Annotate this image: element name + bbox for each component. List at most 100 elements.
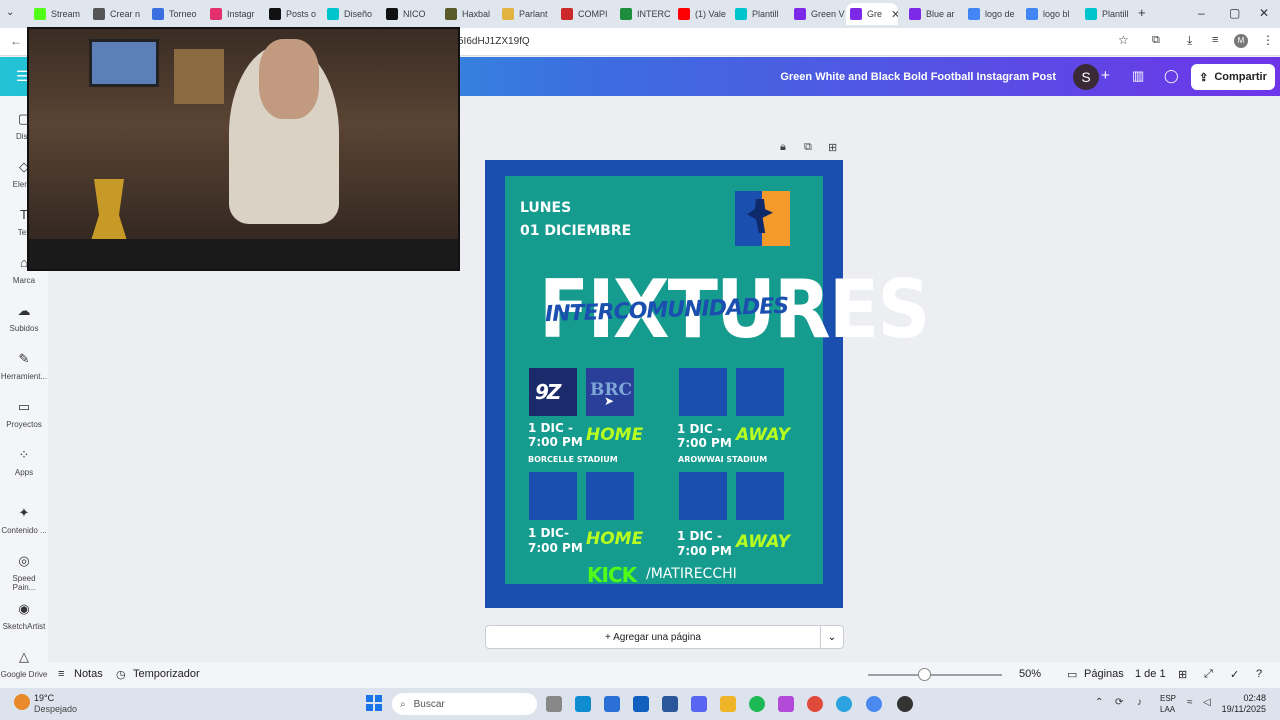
notes-icon[interactable]: ≡ xyxy=(58,668,64,680)
sidebar-item[interactable]: ◉ SketchArtist xyxy=(0,602,48,632)
team-logo-slot[interactable]: BRC xyxy=(586,368,634,416)
browser-tab[interactable]: Blue ar xyxy=(905,3,961,25)
chrome-icon[interactable] xyxy=(807,696,823,712)
match-time[interactable]: 7:00 PM xyxy=(528,435,583,449)
maximize-icon[interactable]: ▢ xyxy=(1229,6,1240,20)
comment-icon[interactable]: ◯ xyxy=(1164,68,1179,84)
browser-tab[interactable]: (1) Vale xyxy=(674,3,730,25)
match-tag[interactable]: AWAY xyxy=(736,425,790,445)
word-icon[interactable] xyxy=(662,696,678,712)
taskbar-search[interactable]: ⌕ Buscar xyxy=(392,693,537,715)
chrome-profile-icon[interactable] xyxy=(866,696,882,712)
language-bottom[interactable]: LAA xyxy=(1160,705,1175,714)
design-day[interactable]: LUNES xyxy=(520,200,571,216)
match-tag[interactable]: AWAY xyxy=(736,532,790,552)
browser-tab[interactable]: NICO xyxy=(382,3,438,25)
windows-start-icon[interactable] xyxy=(366,695,382,711)
bookmark-star-icon[interactable]: ☆ xyxy=(1118,33,1129,47)
edge-icon[interactable] xyxy=(575,696,591,712)
footer-handle[interactable]: /MATIRECCHI xyxy=(646,566,737,582)
match-date[interactable]: 1 DIC - xyxy=(677,422,722,436)
telegram-icon[interactable] xyxy=(836,696,852,712)
weather-temp[interactable]: 19°C xyxy=(34,693,54,703)
sidebar-item[interactable]: ▭ Proyectos xyxy=(0,400,48,430)
url-text[interactable]: 5I6dHJ1ZX19fQ xyxy=(458,36,530,47)
browser-tab[interactable]: Haxbal xyxy=(441,3,497,25)
match-tag[interactable]: HOME xyxy=(586,529,643,549)
match-date[interactable]: 1 DIC- xyxy=(528,526,569,540)
zoom-slider-handle[interactable] xyxy=(918,668,931,681)
timer-button[interactable]: Temporizador xyxy=(133,668,200,680)
wifi-icon[interactable]: ≈ xyxy=(1187,697,1193,708)
browser-tab[interactable]: logo bl xyxy=(1022,3,1078,25)
document-title[interactable]: Green White and Black Bold Football Inst… xyxy=(700,71,1056,83)
match-date[interactable]: 1 DIC - xyxy=(528,421,573,435)
discord-icon[interactable] xyxy=(691,696,707,712)
browser-tab[interactable]: Crear n xyxy=(89,3,145,25)
team-logo-slot[interactable] xyxy=(679,472,727,520)
timer-icon[interactable]: ◷ xyxy=(116,668,126,681)
duplicate-page-icon[interactable]: ⧉ xyxy=(804,141,812,154)
match-date[interactable]: 1 DIC - xyxy=(677,529,722,543)
sidebar-item[interactable]: ✦ Contenido ... xyxy=(0,506,48,536)
language-top[interactable]: ESP xyxy=(1160,694,1176,703)
clock-date[interactable]: 19/11/2025 xyxy=(1214,704,1266,714)
match-time[interactable]: 7:00 PM xyxy=(677,544,732,558)
weather-icon[interactable] xyxy=(14,694,30,710)
close-window-icon[interactable]: ✕ xyxy=(1259,6,1269,20)
lock-icon[interactable]: 🔒︎ xyxy=(780,141,786,154)
team-logo-slot[interactable] xyxy=(586,472,634,520)
team-logo-slot[interactable] xyxy=(679,368,727,416)
sidebar-item[interactable]: ◎ Speed Pain... xyxy=(0,554,48,593)
spotify-icon[interactable] xyxy=(749,696,765,712)
match-stadium[interactable]: AROWWAI STADIUM xyxy=(678,455,767,464)
insights-chart-icon[interactable]: ▥ xyxy=(1132,68,1144,84)
file-explorer-icon[interactable] xyxy=(720,696,736,712)
obs-icon[interactable] xyxy=(897,696,913,712)
new-tab-button[interactable]: + xyxy=(1138,5,1146,20)
browser-tab[interactable]: Diseño xyxy=(323,3,379,25)
sidebar-item[interactable]: ⁘ Apps xyxy=(0,448,48,478)
media-control-icon[interactable]: ≡ xyxy=(1212,34,1218,46)
browser-tab[interactable]: COMPI xyxy=(557,3,613,25)
browser-tab[interactable]: logo de xyxy=(964,3,1020,25)
grid-view-icon[interactable]: ⊞ xyxy=(1178,668,1187,681)
match-time[interactable]: 7:00 PM xyxy=(528,541,583,555)
pages-button[interactable]: Páginas xyxy=(1084,668,1124,680)
tournament-logo[interactable] xyxy=(735,191,790,246)
task-view-icon[interactable] xyxy=(546,696,562,712)
minimize-icon[interactable]: – xyxy=(1198,6,1205,20)
check-icon[interactable]: ✓ xyxy=(1230,668,1239,681)
tab-search-icon[interactable]: ⌄ xyxy=(6,7,14,18)
outlook-icon[interactable] xyxy=(633,696,649,712)
chevron-down-icon[interactable]: ⌄ xyxy=(820,625,844,649)
match-time[interactable]: 7:00 PM xyxy=(677,436,732,450)
match-stadium[interactable]: BORCELLE STADIUM xyxy=(528,455,618,464)
browser-tab[interactable]: Parlant xyxy=(498,3,554,25)
sidebar-item[interactable]: △ Google Drive xyxy=(0,650,48,680)
profile-avatar[interactable]: M xyxy=(1234,34,1248,48)
team-logo-slot[interactable] xyxy=(529,472,577,520)
share-button[interactable]: ⇪ Compartir xyxy=(1191,64,1275,90)
add-page-icon[interactable]: ⊞ xyxy=(828,141,837,154)
tray-sync-icon[interactable]: ⟳ xyxy=(1115,697,1123,708)
team-logo-slot[interactable] xyxy=(736,368,784,416)
browser-tab[interactable]: Posts o xyxy=(265,3,321,25)
browser-tab[interactable]: INTERC xyxy=(616,3,672,25)
zoom-slider-track[interactable] xyxy=(868,674,1002,676)
match-tag[interactable]: HOME xyxy=(586,425,643,445)
user-avatar[interactable]: S xyxy=(1073,64,1099,90)
browser-menu-icon[interactable]: ⋮ xyxy=(1262,33,1274,47)
weather-desc[interactable]: Despejado xyxy=(34,704,77,714)
store-icon[interactable] xyxy=(604,696,620,712)
msn-icon[interactable] xyxy=(778,696,794,712)
team-logo-slot[interactable] xyxy=(736,472,784,520)
help-icon[interactable]: ? xyxy=(1256,668,1262,680)
clock-time[interactable]: 02:48 xyxy=(1226,693,1266,703)
add-collaborator-icon[interactable]: + xyxy=(1101,67,1110,84)
pages-icon[interactable]: ▭ xyxy=(1067,668,1077,681)
download-icon[interactable]: ⤓ xyxy=(1187,33,1192,48)
fullscreen-icon[interactable]: ⤢ xyxy=(1204,668,1213,681)
design-date[interactable]: 01 DICIEMBRE xyxy=(520,223,631,239)
volume-icon[interactable]: ◁ xyxy=(1203,697,1211,708)
